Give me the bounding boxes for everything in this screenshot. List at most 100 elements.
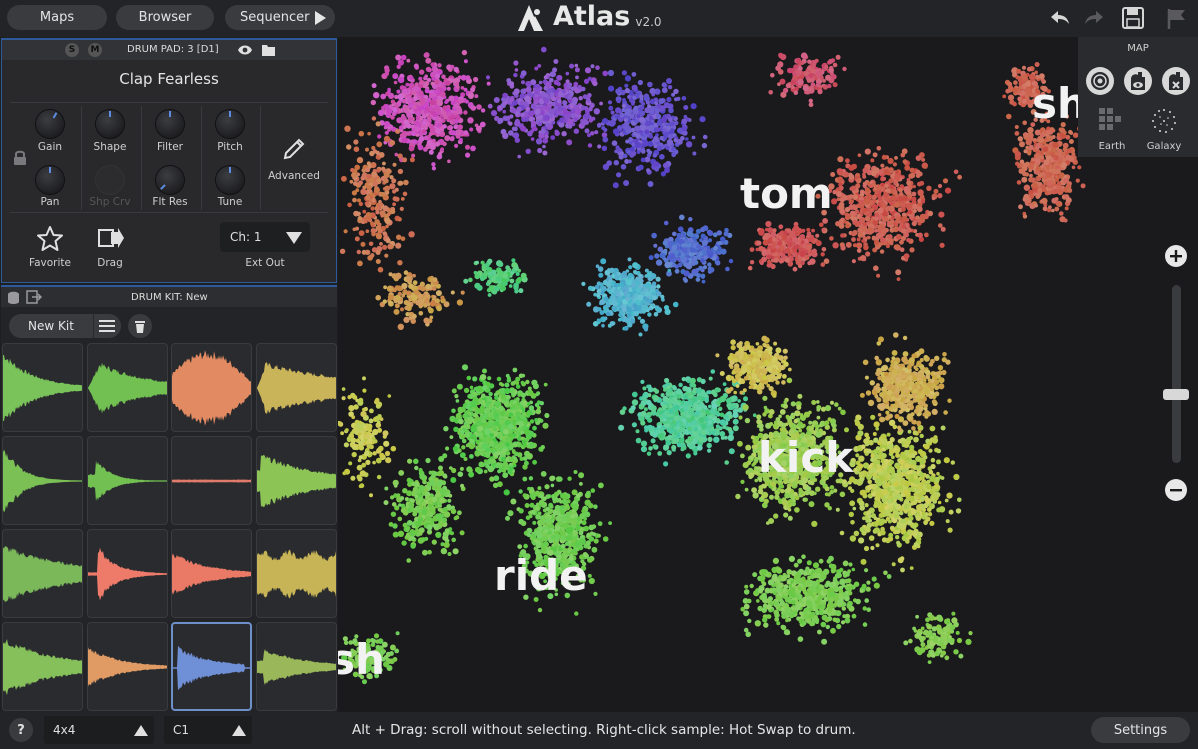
sample-dot[interactable]	[505, 515, 510, 521]
sample-dot[interactable]	[575, 75, 579, 80]
sample-dot[interactable]	[920, 199, 926, 204]
sample-dot[interactable]	[358, 201, 363, 207]
sample-dot[interactable]	[396, 285, 403, 292]
sample-dot[interactable]	[497, 117, 504, 124]
export-icon[interactable]	[26, 290, 42, 304]
sample-dot[interactable]	[392, 162, 397, 167]
sample-dot[interactable]	[1015, 75, 1020, 80]
sample-dot[interactable]	[844, 206, 851, 213]
sample-dot[interactable]	[648, 124, 655, 131]
drum-pad-12[interactable]	[255, 529, 337, 618]
sample-dot[interactable]	[911, 203, 918, 210]
sample-dot[interactable]	[1029, 173, 1033, 178]
sample-dot[interactable]	[422, 129, 426, 134]
sample-dot[interactable]	[700, 233, 706, 239]
sample-dot[interactable]	[487, 293, 492, 297]
sample-dot[interactable]	[423, 317, 430, 324]
sample-dot[interactable]	[421, 120, 427, 126]
sample-dot[interactable]	[487, 412, 494, 418]
sample-dot[interactable]	[461, 445, 466, 450]
sample-dot[interactable]	[622, 98, 626, 102]
sample-dot[interactable]	[911, 191, 917, 197]
sample-dot[interactable]	[1068, 139, 1074, 144]
sample-dot[interactable]	[507, 423, 514, 430]
sample-dot[interactable]	[498, 382, 503, 386]
sample-dot[interactable]	[800, 52, 808, 59]
sample-dot[interactable]	[671, 146, 676, 152]
sample-dot[interactable]	[822, 218, 828, 224]
sample-dot[interactable]	[479, 121, 486, 128]
sample-dot[interactable]	[1063, 218, 1068, 223]
sample-dot[interactable]	[535, 83, 541, 89]
sample-dot[interactable]	[1067, 188, 1073, 193]
sample-dot[interactable]	[382, 161, 386, 166]
sample-dot[interactable]	[549, 508, 554, 514]
sample-dot[interactable]	[906, 180, 911, 186]
sample-dot[interactable]	[1051, 208, 1055, 213]
sample-dot[interactable]	[863, 244, 869, 251]
sample-dot[interactable]	[411, 131, 416, 137]
sample-dot[interactable]	[679, 214, 685, 221]
sample-dot[interactable]	[463, 59, 468, 64]
sample-dot[interactable]	[354, 164, 360, 171]
sample-dot[interactable]	[405, 131, 410, 136]
sample-dot[interactable]	[522, 476, 528, 482]
pencil-icon[interactable]	[282, 135, 308, 161]
drum-pad-3[interactable]	[171, 343, 252, 432]
sample-dot[interactable]	[574, 63, 579, 68]
sample-dot[interactable]	[519, 519, 524, 523]
sample-dot[interactable]	[1063, 177, 1069, 184]
sample-dot[interactable]	[615, 88, 622, 95]
sample-dot[interactable]	[448, 95, 455, 102]
sample-dot[interactable]	[357, 198, 361, 203]
sample-dot[interactable]	[1018, 204, 1023, 210]
sample-dot[interactable]	[580, 120, 587, 127]
drum-pad-10[interactable]	[86, 529, 168, 618]
sample-dot[interactable]	[511, 258, 516, 263]
sample-dot[interactable]	[361, 249, 367, 255]
sample-dot[interactable]	[573, 128, 579, 134]
sample-dot[interactable]	[370, 99, 376, 106]
sample-dot[interactable]	[497, 105, 503, 111]
sample-dot[interactable]	[400, 197, 405, 201]
sample-dot[interactable]	[561, 131, 567, 137]
sample-dot[interactable]	[1062, 147, 1068, 152]
sample-dot[interactable]	[423, 52, 430, 58]
sample-dot[interactable]	[399, 85, 405, 91]
sample-dot[interactable]	[1022, 120, 1027, 126]
sample-dot[interactable]	[539, 401, 544, 406]
sample-dot[interactable]	[469, 454, 474, 459]
sample-dot[interactable]	[502, 398, 507, 403]
sample-dot[interactable]	[449, 435, 454, 439]
drum-pad-7[interactable]	[171, 436, 252, 525]
sample-dot[interactable]	[357, 260, 363, 267]
sample-dot[interactable]	[899, 247, 905, 252]
sample-dot[interactable]	[556, 74, 563, 81]
sample-dot[interactable]	[779, 259, 784, 264]
sample-dot[interactable]	[397, 260, 403, 266]
trash-icon[interactable]	[128, 314, 152, 338]
sample-dot[interactable]	[394, 196, 400, 202]
sample-dot[interactable]	[504, 412, 509, 417]
sample-dot[interactable]	[403, 179, 409, 186]
sample-dot[interactable]	[516, 405, 521, 410]
sample-dot[interactable]	[414, 65, 419, 70]
sample-dot[interactable]	[708, 253, 713, 258]
sample-dot[interactable]	[475, 421, 482, 427]
sample-dot[interactable]	[1025, 80, 1032, 87]
sample-dot[interactable]	[454, 114, 461, 121]
sample-dot[interactable]	[510, 498, 517, 505]
sample-dot[interactable]	[828, 67, 834, 73]
sample-dot[interactable]	[493, 451, 499, 458]
sample-dot[interactable]	[895, 170, 899, 175]
sample-dot[interactable]	[1031, 157, 1035, 162]
sample-dot[interactable]	[397, 153, 403, 159]
sample-dot[interactable]	[808, 236, 814, 242]
sample-dot[interactable]	[365, 229, 370, 233]
sample-dot[interactable]	[583, 113, 590, 120]
sample-dot[interactable]	[659, 252, 666, 259]
sample-dot[interactable]	[461, 364, 469, 371]
sample-dot[interactable]	[654, 253, 660, 259]
sample-dot[interactable]	[896, 277, 901, 281]
sample-dot[interactable]	[901, 224, 907, 229]
